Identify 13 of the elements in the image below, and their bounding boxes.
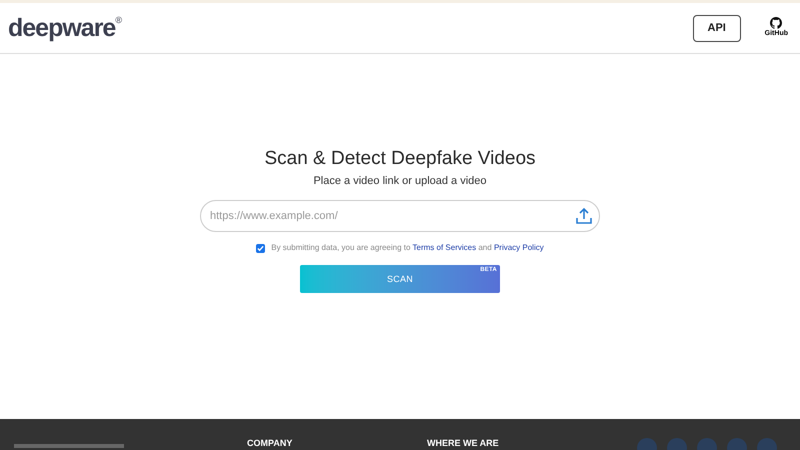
consent-checkbox[interactable] <box>256 244 266 253</box>
url-field[interactable]: https://www.example.com/ <box>200 200 600 232</box>
consent-text: By submitting data, you are agreeing to Terms of Services and Privacy Policy <box>271 242 544 254</box>
subtitle: Place a video link or upload a video <box>313 174 487 189</box>
footer-heading: COMPANY <box>247 439 292 448</box>
upload-icon[interactable] <box>575 207 593 226</box>
github-icon <box>770 16 782 29</box>
terms-link[interactable]: Terms of Services <box>412 243 476 252</box>
logo[interactable]: deepware® <box>8 16 122 40</box>
api-button[interactable]: API <box>692 14 741 42</box>
privacy-link[interactable]: Privacy Policy <box>494 243 544 252</box>
footer-heading: WHERE WE ARE <box>427 439 499 448</box>
page-title: Scan & Detect Deepfake Videos <box>264 147 536 171</box>
